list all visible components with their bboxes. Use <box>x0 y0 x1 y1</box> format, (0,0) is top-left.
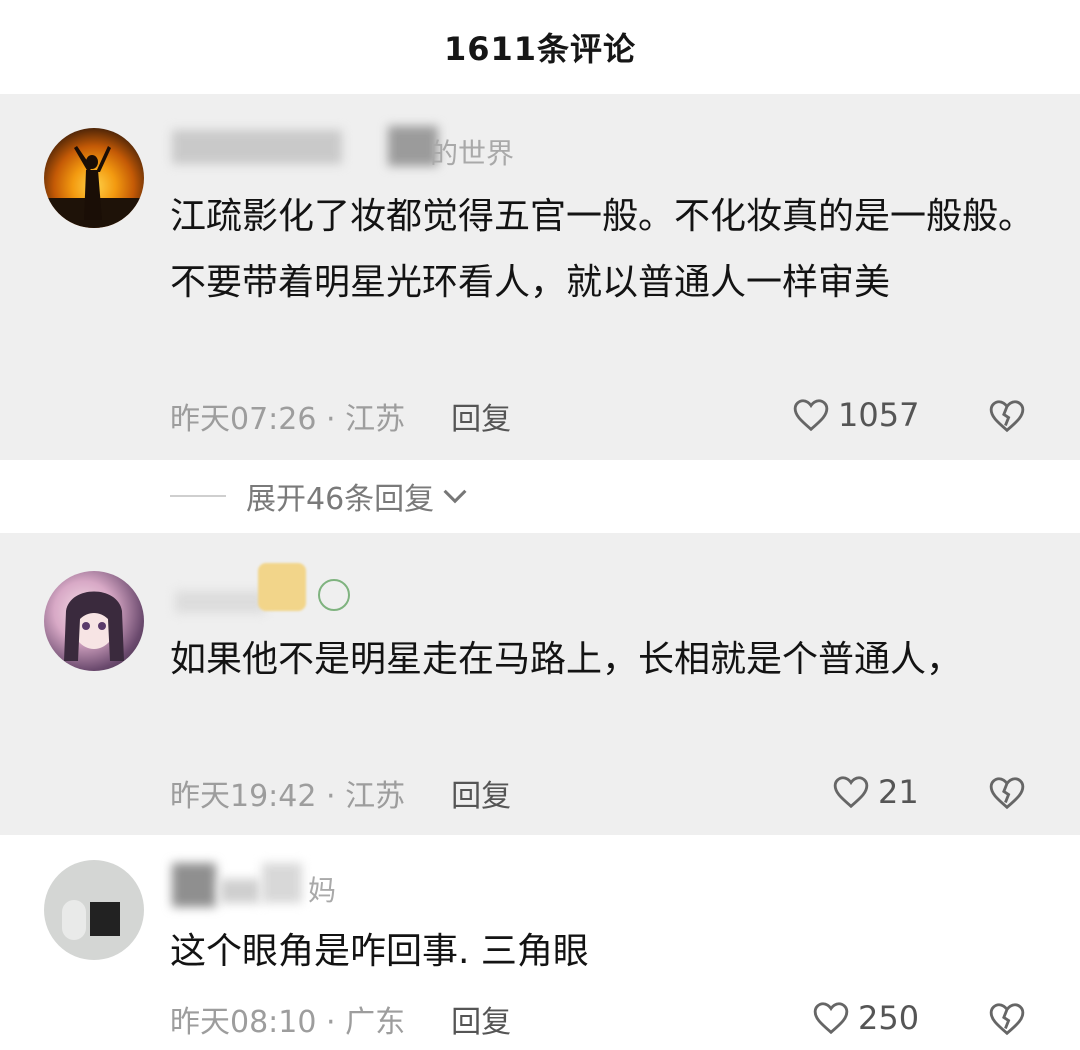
heart-icon <box>833 776 869 809</box>
avatar[interactable] <box>44 860 144 960</box>
like-button[interactable]: 1057 <box>792 396 919 434</box>
like-count: 250 <box>858 999 920 1037</box>
comment-time-location: 昨天08:10 · 广东 <box>170 1005 406 1040</box>
like-count: 1057 <box>838 396 920 434</box>
avatar-silhouette-icon <box>44 146 144 228</box>
username[interactable]: 的世界 <box>430 132 514 172</box>
chevron-down-icon <box>443 489 467 504</box>
comment-item: 妈 这个眼角是咋回事. 三角眼 昨天08:10 · 广东 回复 250 <box>0 835 1080 1050</box>
heart-icon <box>813 1002 849 1035</box>
divider <box>170 495 226 497</box>
heart-icon <box>793 399 829 432</box>
avatar[interactable] <box>44 128 144 228</box>
broken-heart-icon[interactable] <box>988 1001 1026 1037</box>
username-blurred <box>172 130 342 164</box>
comment-count-title: 1611条评论 <box>443 30 637 68</box>
broken-heart-icon[interactable] <box>988 398 1026 434</box>
expand-replies-button[interactable]: 展开46条回复 <box>170 470 468 522</box>
avatar-shape <box>90 902 120 936</box>
comment-text: 这个眼角是咋回事. 三角眼 <box>170 931 589 972</box>
broken-heart-icon[interactable] <box>988 775 1026 811</box>
username-blurred <box>220 879 260 903</box>
leaf-emoji-icon <box>318 579 350 611</box>
comment-text: 如果他不是明星走在马路上，长相就是个普通人， <box>170 639 963 680</box>
avatar[interactable] <box>44 571 144 671</box>
reply-button[interactable]: 回复 <box>451 394 511 438</box>
comment-text: 江疏影化了妆都觉得五官一般。不化妆真的是一般般。不要带着明星光环看人，就以普通人… <box>170 196 1035 303</box>
username-blurred <box>172 863 216 907</box>
comment-time-location: 昨天19:42 · 江苏 <box>170 779 406 814</box>
like-button[interactable]: 250 <box>812 999 919 1037</box>
username-blurred <box>262 863 302 903</box>
expand-replies-label: 展开46条回复 <box>246 482 435 517</box>
comments-header: 1611条评论 <box>0 0 1080 94</box>
comment-item: 的世界 江疏影化了妆都觉得五官一般。不化妆真的是一般般。不要带着明星光环看人，就… <box>0 94 1080 460</box>
like-button[interactable]: 21 <box>832 773 919 811</box>
avatar-anime-girl-icon <box>64 591 124 661</box>
reply-button[interactable]: 回复 <box>451 771 511 815</box>
like-count: 21 <box>878 773 919 811</box>
username[interactable]: 妈 <box>308 869 336 909</box>
reply-button[interactable]: 回复 <box>451 997 511 1041</box>
comment-time-location: 昨天07:26 · 江苏 <box>170 402 406 437</box>
comment-item: 如果他不是明星走在马路上，长相就是个普通人， 昨天19:42 · 江苏 回复 2… <box>0 533 1080 835</box>
username-blurred <box>175 591 265 613</box>
cat-emoji-icon <box>258 563 306 611</box>
avatar-shape <box>62 900 86 940</box>
